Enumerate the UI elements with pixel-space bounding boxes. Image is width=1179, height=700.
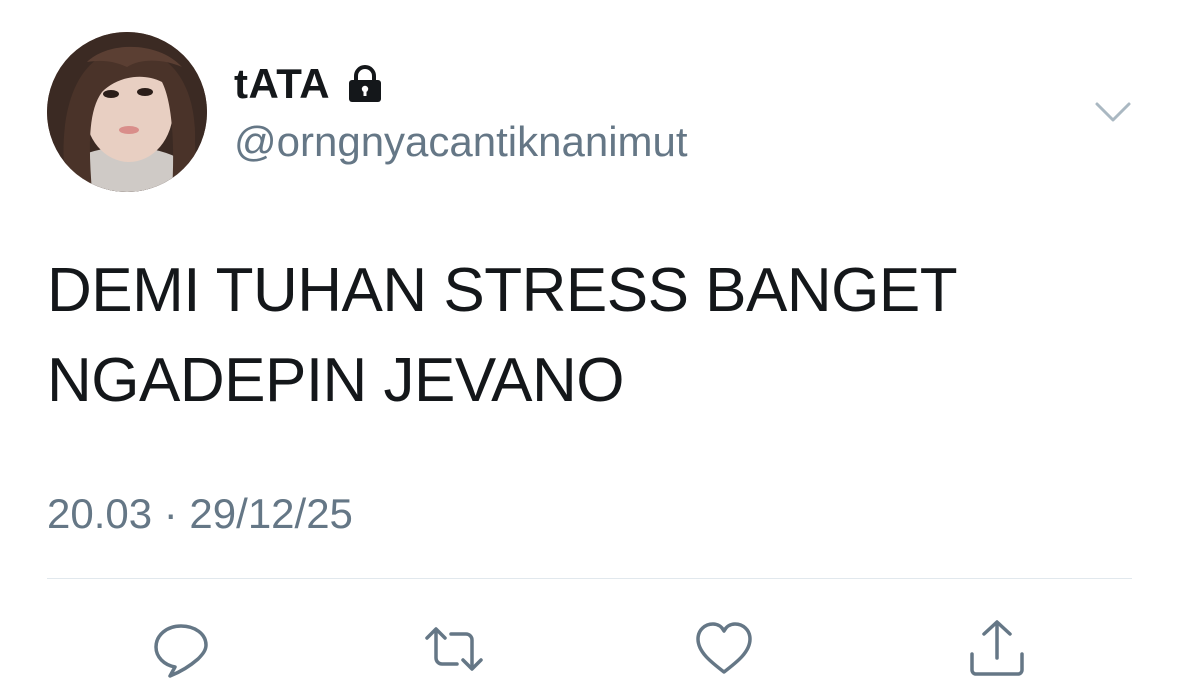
display-name-row: tATA [234, 60, 386, 108]
tweet-menu-button[interactable] [1093, 96, 1133, 128]
reply-icon [154, 624, 208, 678]
chevron-down-icon [1095, 102, 1131, 122]
user-handle[interactable]: @orngnyacantiknanimut [234, 118, 688, 166]
display-name[interactable]: tATA [234, 60, 330, 108]
retweet-icon [425, 627, 483, 671]
tweet-text-line: NGADEPIN JEVANO [47, 346, 625, 415]
avatar-photo [47, 32, 207, 192]
tweet-text: DEMI TUHAN STRESS BANGET NGADEPIN JEVANO [47, 246, 1127, 426]
lock-icon [349, 65, 382, 102]
heart-icon [696, 622, 752, 674]
like-button[interactable] [693, 618, 755, 680]
tweet-text-line: DEMI TUHAN STRESS BANGET [47, 256, 958, 325]
tweet-card: tATA @orngnyacantiknanimut DEMI TUHAN ST… [0, 0, 1179, 700]
reply-button[interactable] [150, 618, 212, 680]
divider [47, 578, 1132, 579]
share-icon [970, 620, 1024, 676]
timestamp[interactable]: 20.03 · 29/12/25 [47, 490, 353, 538]
share-button[interactable] [966, 618, 1028, 680]
avatar[interactable] [47, 32, 207, 192]
retweet-button[interactable] [423, 618, 485, 680]
